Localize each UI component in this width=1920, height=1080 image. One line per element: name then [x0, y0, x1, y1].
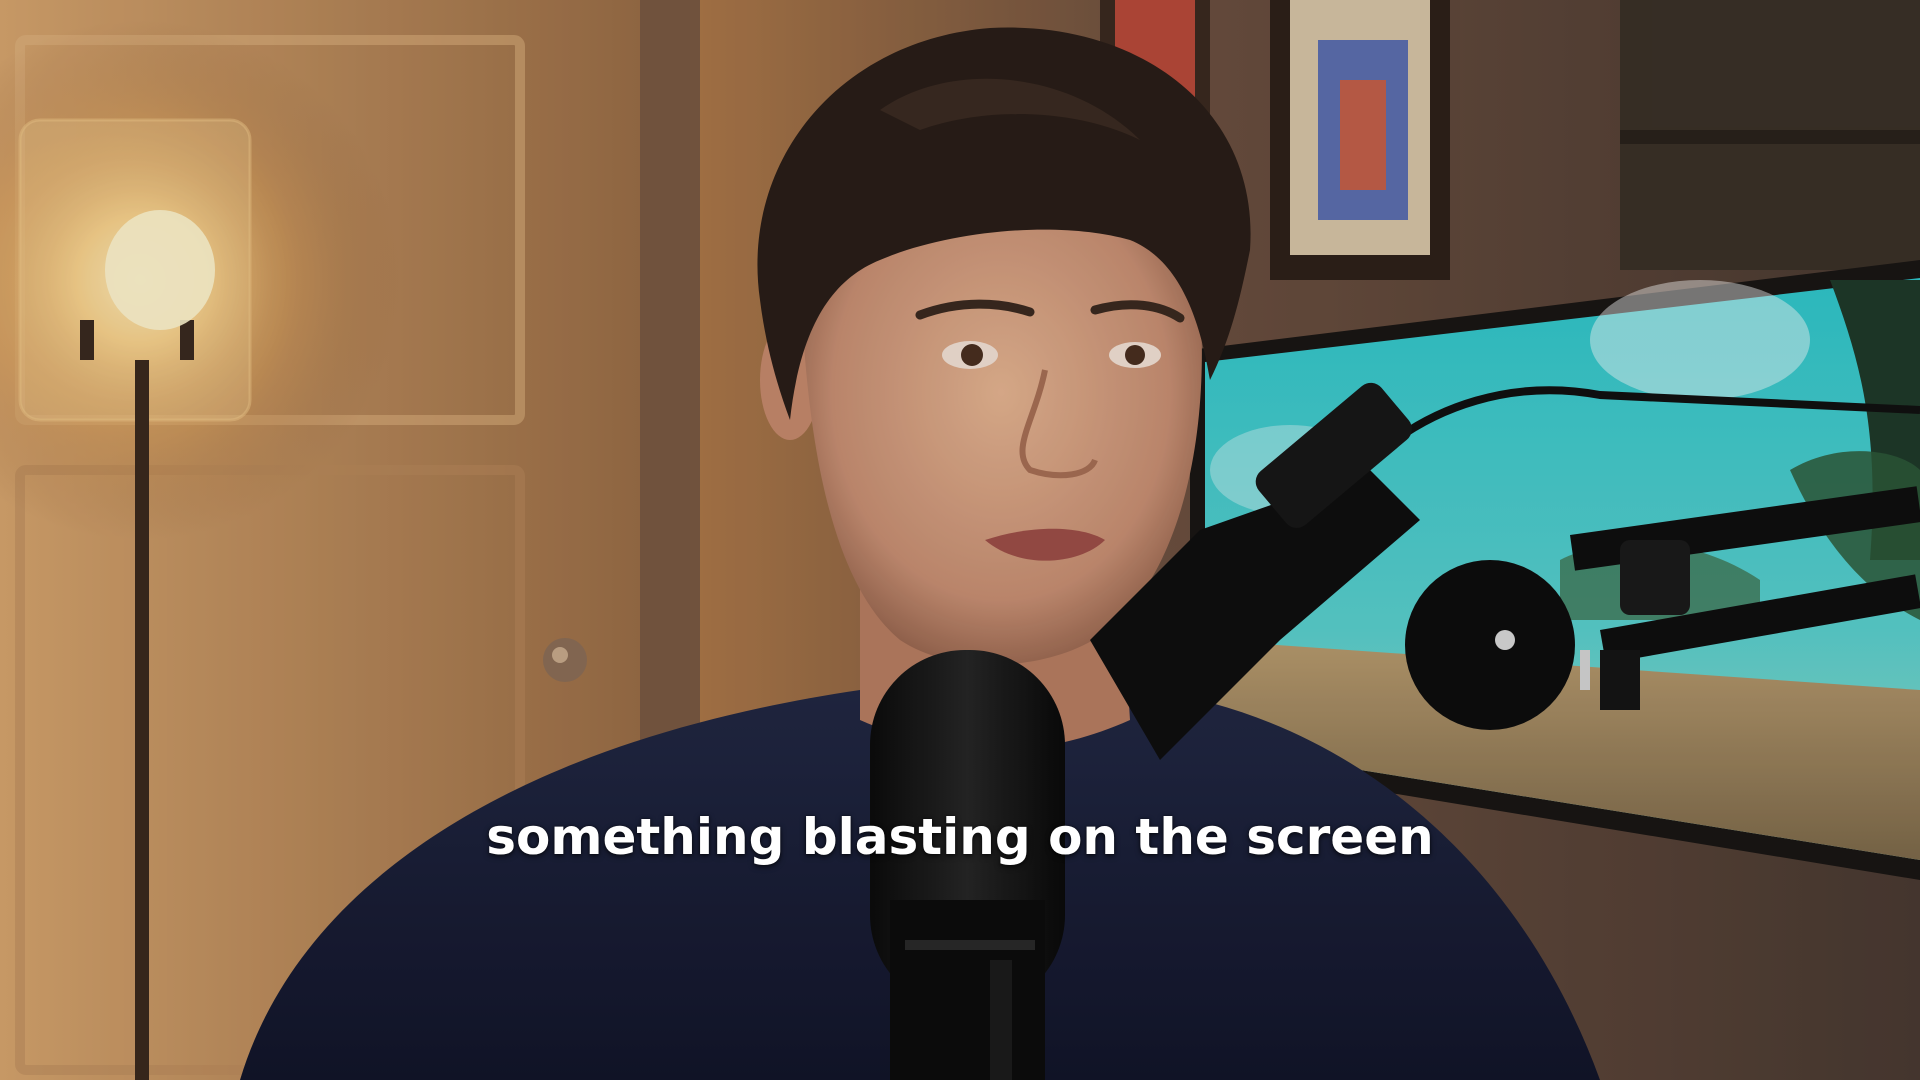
video-scene	[0, 0, 1920, 1080]
subtitle-caption: something blasting on the screen	[486, 808, 1434, 866]
video-frame[interactable]: something blasting on the screen	[0, 0, 1920, 1080]
